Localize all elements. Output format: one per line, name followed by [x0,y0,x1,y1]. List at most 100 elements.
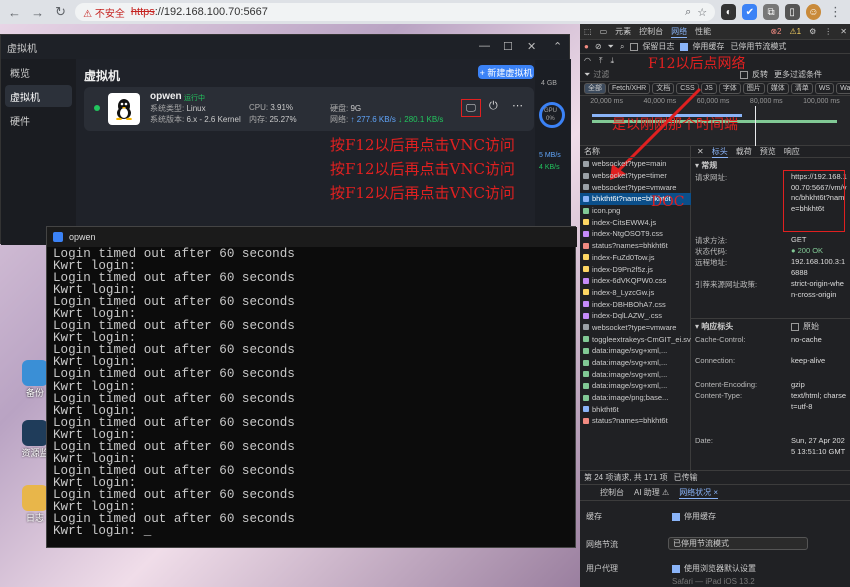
throttle-dropdown[interactable]: 已停用节流模式 [668,537,808,550]
collapse-icon[interactable]: ⌃ [553,40,562,53]
record-icon[interactable]: ● [584,42,589,51]
request-row[interactable]: index-CitsEWW4.js [580,216,691,228]
back-icon[interactable]: ← [6,5,23,20]
type-filter-chip[interactable]: 媒体 [766,83,789,94]
warning-count-icon[interactable]: ⚠1 [790,27,802,36]
power-icon[interactable]: ⏻ [489,100,498,113]
request-row[interactable]: index-DqlLAZW_.css [580,310,691,322]
tab-headers[interactable]: 标头 [711,146,728,158]
raw-checkbox[interactable]: 原始 [791,321,819,332]
name-column-header[interactable]: 名称 [580,146,691,158]
type-filter-chip[interactable]: Wasm [836,83,850,94]
reload-icon[interactable]: ↻ [52,4,69,20]
request-row[interactable]: data:image/svg+xml,... [580,357,691,369]
drawer-tab-network-conditions[interactable]: 网络状况 × [679,487,719,499]
request-row[interactable]: bhktht6t [580,403,691,415]
request-row[interactable]: websocket?type=vmware [580,181,691,193]
vnc-console-button[interactable]: 🖵 [461,99,481,117]
puzzle-icon[interactable]: ⧉ [763,4,779,20]
preserve-log-checkbox[interactable]: 保留日志 [630,41,674,52]
tab-response[interactable]: 响应 [784,146,800,157]
request-row[interactable]: status?names=bhkht6t [580,240,691,252]
minimize-icon[interactable]: — [479,40,490,52]
clear-icon[interactable]: ⊘ [595,42,602,51]
request-row[interactable]: websocket?type=main [580,158,691,170]
ua-default-option[interactable]: 使用浏览器默认设置 [672,563,756,574]
download-icon[interactable]: ⤓ [611,56,615,66]
terminal-titlebar[interactable]: opwen [47,227,577,247]
error-count-icon[interactable]: ⊗2 [770,27,781,36]
filter-input[interactable]: ⏷ 过滤 [584,69,734,80]
terminal-output[interactable]: Login timed out after 60 seconds Kwrt log… [53,248,573,538]
menu-icon[interactable]: ⋮ [827,4,844,20]
request-name: data:image/svg+xml,... [592,346,668,356]
close-icon[interactable]: ✕ [697,147,704,156]
request-row[interactable]: index-6dVKQPW0.css [580,275,691,287]
tab-payload[interactable]: 载荷 [736,146,752,157]
zoom-icon[interactable]: ⌕ [685,6,691,19]
tab-performance[interactable]: 性能 [695,26,711,37]
tab-network[interactable]: 网络 [671,26,688,38]
disable-cache-option[interactable]: 停用缓存 [672,511,716,522]
drawer-tab-ai[interactable]: AI 助理 ⚠ [634,487,669,498]
disable-cache-checkbox[interactable]: 停用缓存 [680,41,724,52]
request-row[interactable]: status?names=bhkht6t [580,415,691,427]
request-row[interactable]: websocket?type=timer [580,170,691,182]
insecure-badge[interactable]: ⚠ 不安全 [83,5,125,20]
response-headers-toggle[interactable]: ▾ 响应标头 [695,321,733,332]
close-icon[interactable]: ✕ [840,27,847,36]
vm-card[interactable]: opwen 运行中 系统类型: Linux 系统版本: 6.x - 2.6 Ke… [84,87,534,131]
avatar[interactable]: ☺ [805,4,821,20]
invert-checkbox[interactable]: 反转 [740,69,768,80]
tab-preview[interactable]: 预览 [760,146,776,157]
type-filter-chip[interactable]: WS [814,83,835,94]
request-row[interactable]: websocket?type=vmware [580,322,691,334]
filter-icon[interactable]: ⏷ [608,42,614,52]
kv-value: 192.168.100.3:16888 [791,257,846,277]
request-name: websocket?type=main [592,159,667,169]
vnc-terminal-window[interactable]: opwen Login timed out after 60 seconds Kw… [46,226,577,548]
wifi-icon[interactable]: ◠ [584,56,591,66]
upload-icon[interactable]: ⤒ [599,56,603,66]
device-icon[interactable]: ▭ [600,27,608,36]
sidebar-item-hardware[interactable]: 硬件 [5,109,72,131]
request-row[interactable]: index-NtgOSOT9.css [580,228,691,240]
request-row[interactable]: data:image/png;base... [580,392,691,404]
extension-icon[interactable]: ◐ [721,4,737,20]
sidebar-icon[interactable]: ▯ [784,4,800,20]
request-row[interactable]: data:image/svg+xml,... [580,345,691,357]
close-icon[interactable]: ✕ [527,40,536,53]
vm-window-titlebar[interactable]: 虚拟机 — ☐ ✕ ⌃ [1,35,571,59]
request-row[interactable]: index-FuZd0Tow.js [580,252,691,264]
settings-icon[interactable]: ⚙ [809,27,816,36]
drawer-tab-console[interactable]: 控制台 [600,487,624,498]
type-filter-chip[interactable]: 字体 [718,83,741,94]
type-filter-chip[interactable]: 清单 [790,83,813,94]
more-icon[interactable]: ⋯ [512,99,523,112]
search-icon[interactable]: ⌕ [620,42,624,52]
type-filter-chip[interactable]: 图片 [742,83,765,94]
more-filters-button[interactable]: 更多过滤条件 [774,69,822,80]
more-icon[interactable]: ⋮ [824,27,832,36]
tab-elements[interactable]: 元素 [615,26,631,37]
star-icon[interactable]: ☆ [697,6,707,19]
forward-icon[interactable]: → [29,5,46,20]
sidebar-item-vms[interactable]: 虚拟机 [5,85,72,107]
tab-console[interactable]: 控制台 [639,26,663,37]
request-row[interactable]: data:image/svg+xml,... [580,368,691,380]
shield-icon[interactable]: ✔ [742,4,758,20]
new-vm-button[interactable]: + 新建虚拟机 [478,65,534,79]
url-text: ://192.168.100.70:5667 [154,6,268,18]
request-row[interactable]: index-D9Pn2f5z.js [580,263,691,275]
address-bar[interactable]: ⚠ 不安全 https://192.168.100.70:5667 ⌕ ☆ [75,3,716,21]
general-section-toggle[interactable]: ▾ 常规 [695,160,717,171]
throttle-select[interactable]: 已停用节流模式 [730,41,786,52]
maximize-icon[interactable]: ☐ [503,40,513,53]
request-row[interactable]: toggleextrakeys-CmGIT_ei.svg [580,333,691,345]
sidebar-item-overview[interactable]: 概览 [5,61,72,83]
request-row[interactable]: index-8_LyzcGw.js [580,287,691,299]
cursor-icon[interactable]: ⬚ [584,27,592,36]
request-row[interactable]: index-DBHBOhA7.css [580,298,691,310]
ua-select[interactable]: Safari — iPad iOS 13.2 [672,577,755,586]
request-row[interactable]: data:image/svg+xml,... [580,380,691,392]
